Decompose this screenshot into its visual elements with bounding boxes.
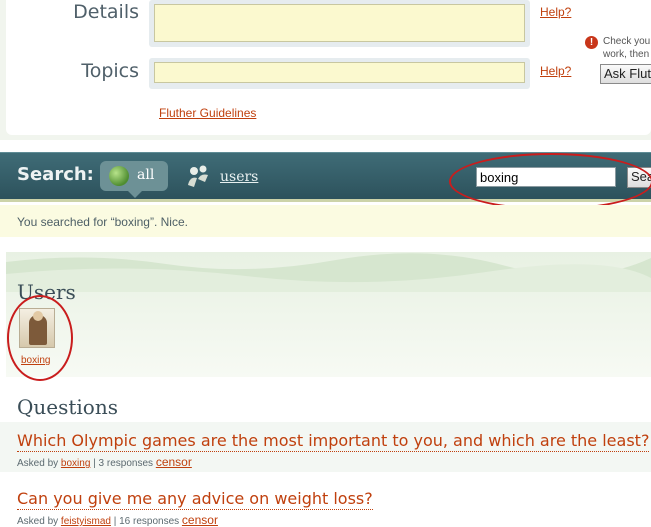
asked-by-label: Asked by xyxy=(17,516,59,527)
topics-help-link[interactable]: Help? xyxy=(540,64,571,78)
result-text: You searched for “boxing”. Nice. xyxy=(17,215,188,229)
notice-line-1: Check you xyxy=(603,36,651,47)
fluther-guidelines-link[interactable]: Fluther Guidelines xyxy=(159,106,256,120)
user-link-boxing[interactable]: boxing xyxy=(21,355,50,366)
people-icon xyxy=(188,165,208,187)
question-meta: Asked by feistyismad | 16 responses cens… xyxy=(17,513,218,527)
user-avatar[interactable] xyxy=(19,308,55,348)
globe-icon xyxy=(109,166,129,186)
asked-by-label: Asked by xyxy=(17,458,59,469)
details-help-link[interactable]: Help? xyxy=(540,5,571,19)
tab-all[interactable]: all xyxy=(100,161,168,198)
search-button[interactable]: Sea xyxy=(627,167,651,188)
users-section xyxy=(6,252,651,377)
responses-count: | 3 responses xyxy=(93,458,154,469)
details-textarea[interactable] xyxy=(154,4,525,42)
topics-field-wrap xyxy=(149,58,530,89)
responses-count: | 16 responses xyxy=(113,516,180,527)
topics-label: Topics xyxy=(81,60,139,82)
search-bar: Search: all users Sea xyxy=(0,152,651,202)
censor-link[interactable]: censor xyxy=(156,455,192,469)
hills-decoration xyxy=(6,253,651,292)
details-label: Details xyxy=(73,1,139,23)
avatar-head xyxy=(33,311,43,321)
details-field-wrap xyxy=(149,0,530,47)
censor-link[interactable]: censor xyxy=(182,513,218,527)
search-result-message: You searched for “boxing”. Nice. xyxy=(0,205,651,237)
tab-all-label: all xyxy=(137,167,155,183)
notice-line-2: work, then xyxy=(603,49,650,60)
search-input[interactable] xyxy=(476,167,616,187)
question-meta: Asked by boxing | 3 responses censor xyxy=(17,455,192,469)
ask-fluther-button[interactable]: Ask Flut xyxy=(600,64,651,84)
question-title-link[interactable]: Which Olympic games are the most importa… xyxy=(17,431,650,452)
users-title: Users xyxy=(17,280,76,304)
question-title-link[interactable]: Can you give me any advice on weight los… xyxy=(17,489,373,510)
tab-users[interactable]: users xyxy=(220,169,258,185)
author-link[interactable]: feistyismad xyxy=(61,516,111,527)
questions-title: Questions xyxy=(17,395,118,419)
exclamation-icon: ! xyxy=(585,36,598,49)
topics-input[interactable] xyxy=(154,62,525,83)
author-link[interactable]: boxing xyxy=(61,458,90,469)
search-label: Search: xyxy=(17,164,94,185)
